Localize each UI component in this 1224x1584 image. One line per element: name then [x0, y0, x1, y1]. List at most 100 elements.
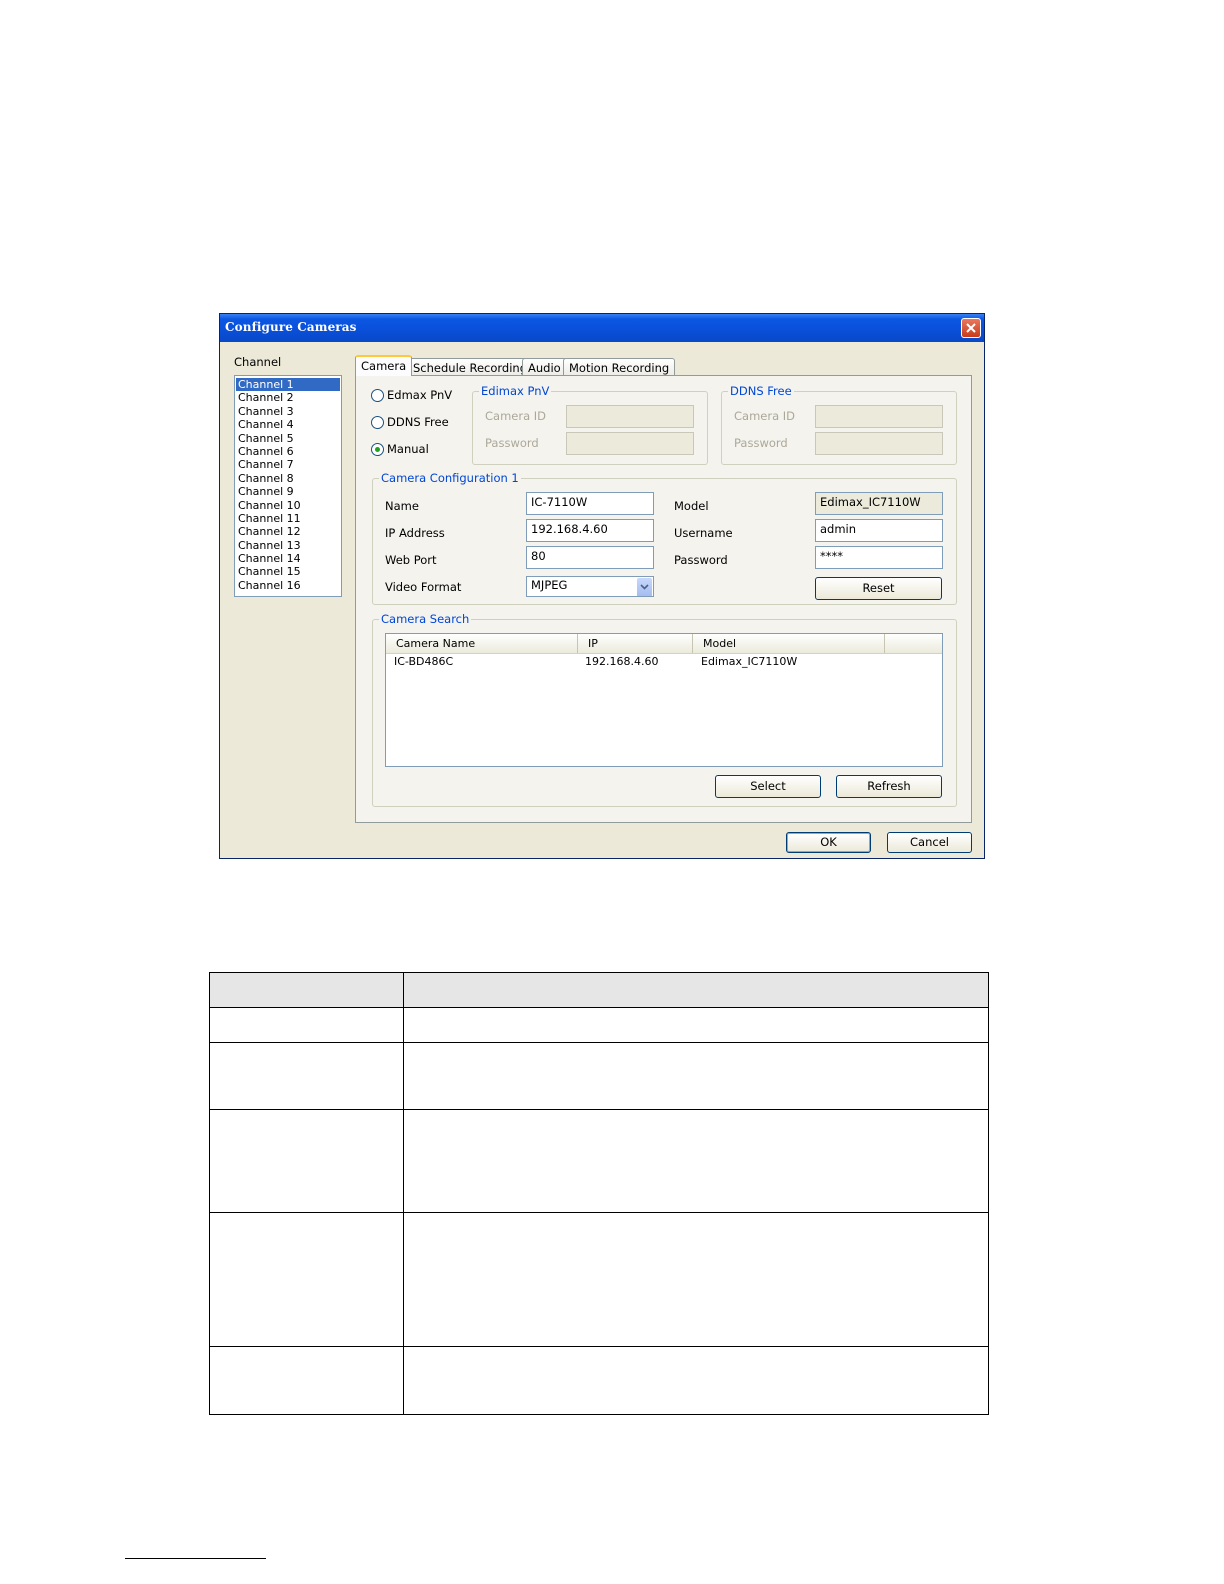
password-label: Password	[674, 553, 728, 567]
channel-item[interactable]: Channel 4	[236, 418, 340, 431]
ok-button[interactable]: OK	[786, 832, 871, 853]
description-table	[209, 972, 989, 1415]
radio-ddns-free[interactable]	[371, 416, 384, 429]
ddns-camera-id-label: Camera ID	[734, 409, 796, 423]
username-label: Username	[674, 526, 733, 540]
table-cell	[403, 1109, 989, 1213]
cancel-button[interactable]: Cancel	[887, 832, 972, 853]
tab-audio[interactable]: Audio	[522, 358, 567, 376]
name-label: Name	[385, 499, 419, 513]
camera-search-list[interactable]: Camera Name IP Model IC-BD486C 192.168.4…	[385, 633, 943, 767]
channel-item[interactable]: Channel 16	[236, 579, 340, 592]
ip-address-field[interactable]: 192.168.4.60	[526, 519, 654, 542]
channel-item[interactable]: Channel 5	[236, 432, 340, 445]
web-port-label: Web Port	[385, 553, 437, 567]
edimax-password-field	[566, 432, 694, 455]
ddns-password-label: Password	[734, 436, 788, 450]
camera-search-group: Camera Search Camera Name IP Model IC-BD…	[372, 612, 957, 807]
channel-item[interactable]: Channel 12	[236, 525, 340, 538]
table-row	[209, 1042, 989, 1110]
radio-manual-label: Manual	[387, 442, 429, 456]
select-button[interactable]: Select	[715, 775, 821, 798]
radio-manual[interactable]	[371, 443, 384, 456]
camera-configuration-group: Camera Configuration 1 Name IC-7110W IP …	[372, 471, 957, 605]
radio-selected-dot	[375, 447, 380, 452]
password-field[interactable]: ****	[815, 546, 943, 569]
video-format-select[interactable]: MJPEG	[526, 576, 654, 597]
channel-list[interactable]: Channel 1 Channel 2 Channel 3 Channel 4 …	[234, 375, 342, 597]
dropdown-arrow-button[interactable]	[637, 578, 652, 596]
channel-item[interactable]: Channel 7	[236, 458, 340, 471]
channel-label: Channel	[234, 355, 282, 369]
row-camera-name: IC-BD486C	[394, 655, 454, 668]
model-label: Model	[674, 499, 709, 513]
model-field: Edimax_IC7110W	[815, 492, 943, 515]
reset-button[interactable]: Reset	[815, 577, 942, 600]
channel-item[interactable]: Channel 13	[236, 539, 340, 552]
table-cell	[209, 1109, 404, 1213]
video-format-value: MJPEG	[531, 578, 568, 592]
edimax-password-label: Password	[485, 436, 539, 450]
tab-schedule-recording[interactable]: Schedule Recording	[407, 358, 534, 376]
table-cell	[209, 1007, 404, 1043]
column-header-camera-name[interactable]: Camera Name	[386, 634, 578, 653]
table-row	[209, 1346, 989, 1415]
ddns-free-group-title: DDNS Free	[728, 384, 794, 398]
tab-camera[interactable]: Camera	[355, 355, 413, 376]
table-row	[209, 1007, 989, 1043]
edimax-pnv-group-title: Edimax PnV	[479, 384, 552, 398]
channel-item[interactable]: Channel 6	[236, 445, 340, 458]
table-header-cell	[209, 972, 404, 1008]
table-cell	[209, 1346, 404, 1415]
channel-item[interactable]: Channel 2	[236, 391, 340, 404]
ddns-password-field	[815, 432, 943, 455]
channel-item[interactable]: Channel 11	[236, 512, 340, 525]
ip-address-label: IP Address	[385, 526, 445, 540]
table-cell	[209, 1042, 404, 1110]
camera-configuration-title: Camera Configuration 1	[379, 471, 521, 485]
table-row	[209, 1212, 989, 1347]
edimax-camera-id-field	[566, 405, 694, 428]
column-header-ip[interactable]: IP	[578, 634, 693, 653]
username-field[interactable]: admin	[815, 519, 943, 542]
ddns-free-group: DDNS Free Camera ID Password	[721, 384, 957, 465]
close-button[interactable]	[961, 318, 981, 338]
table-header-row	[209, 972, 989, 1008]
video-format-label: Video Format	[385, 580, 462, 594]
row-model: Edimax_IC7110W	[701, 655, 798, 668]
edimax-camera-id-label: Camera ID	[485, 409, 547, 423]
dialog-title: Configure Cameras	[225, 320, 357, 334]
title-bar[interactable]: Configure Cameras	[220, 314, 984, 342]
chevron-down-icon	[640, 584, 649, 590]
radio-edimax-pnv[interactable]	[371, 389, 384, 402]
camera-tab-panel: Edmax PnV DDNS Free Manual Edimax PnV Ca…	[355, 375, 972, 823]
camera-search-title: Camera Search	[379, 612, 472, 626]
name-field[interactable]: IC-7110W	[526, 492, 654, 515]
channel-item[interactable]: Channel 1	[236, 378, 340, 392]
web-port-field[interactable]: 80	[526, 546, 654, 569]
table-header-cell	[403, 972, 989, 1008]
table-row	[209, 1109, 989, 1213]
configure-cameras-dialog: Configure Cameras Channel Channel 1 Chan…	[219, 313, 985, 859]
channel-item[interactable]: Channel 8	[236, 472, 340, 485]
channel-item[interactable]: Channel 3	[236, 405, 340, 418]
tab-motion-recording[interactable]: Motion Recording	[563, 358, 676, 376]
radio-ddns-free-label: DDNS Free	[387, 415, 449, 429]
table-cell	[209, 1212, 404, 1347]
channel-item[interactable]: Channel 10	[236, 499, 340, 512]
radio-edimax-pnv-label: Edmax PnV	[387, 388, 453, 402]
column-header-model[interactable]: Model	[693, 634, 885, 653]
channel-item[interactable]: Channel 15	[236, 565, 340, 578]
table-cell	[403, 1042, 989, 1110]
channel-item[interactable]: Channel 9	[236, 485, 340, 498]
refresh-button[interactable]: Refresh	[836, 775, 942, 798]
channel-item[interactable]: Channel 14	[236, 552, 340, 565]
ddns-camera-id-field	[815, 405, 943, 428]
list-header: Camera Name IP Model	[386, 634, 942, 654]
footnote-rule	[125, 1558, 266, 1559]
close-icon	[966, 323, 976, 333]
row-ip: 192.168.4.60	[585, 655, 659, 668]
table-cell	[403, 1212, 989, 1347]
table-cell	[403, 1007, 989, 1043]
edimax-pnv-group: Edimax PnV Camera ID Password	[472, 384, 708, 465]
